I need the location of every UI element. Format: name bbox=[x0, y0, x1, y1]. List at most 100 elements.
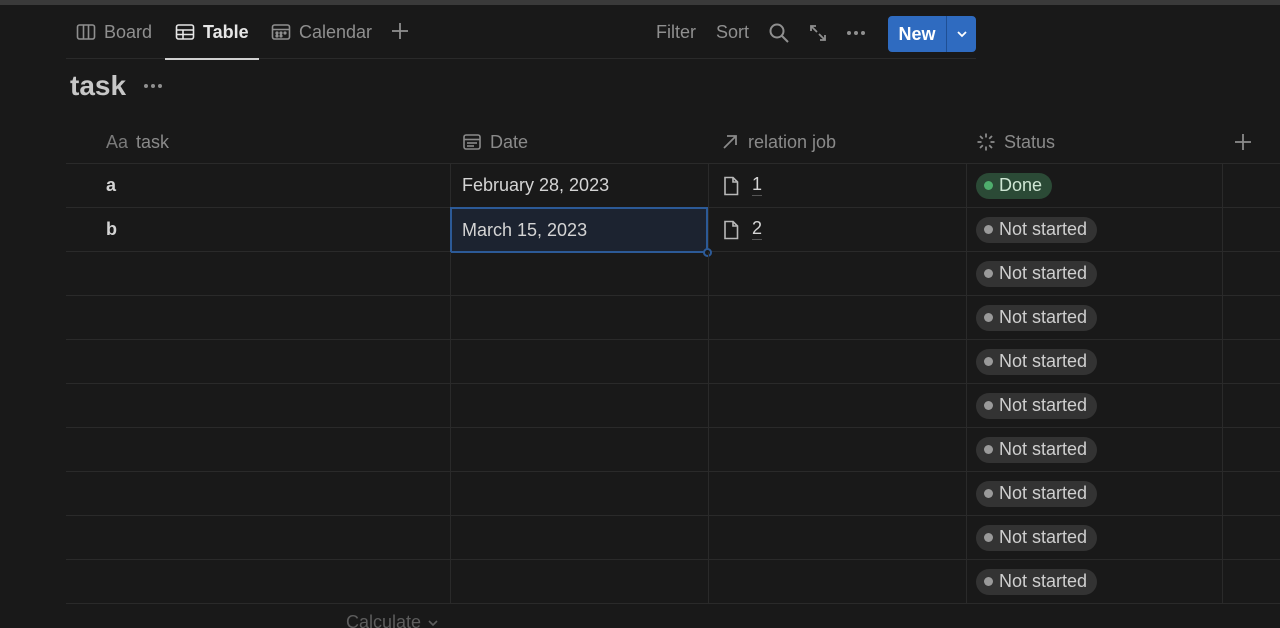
date-cell[interactable] bbox=[450, 252, 708, 295]
table-row: Not started bbox=[66, 340, 1280, 384]
column-header-date[interactable]: Date bbox=[462, 120, 528, 164]
chevron-down-icon bbox=[956, 31, 967, 38]
more-options-icon[interactable] bbox=[845, 22, 867, 44]
board-icon bbox=[76, 24, 96, 40]
status-cell[interactable]: Not started bbox=[966, 428, 1224, 471]
date-cell[interactable] bbox=[450, 340, 708, 383]
relation-cell[interactable] bbox=[708, 296, 966, 339]
view-toolbar: Board Table Calendar Filter Sort New bbox=[66, 5, 976, 60]
table-row: Not started bbox=[66, 472, 1280, 516]
search-icon[interactable] bbox=[768, 22, 790, 44]
calculate-label: Calculate bbox=[346, 612, 422, 628]
status-badge: Not started bbox=[976, 392, 1098, 419]
status-badge: Not started bbox=[976, 348, 1098, 375]
sort-button[interactable]: Sort bbox=[716, 5, 749, 59]
relation-link[interactable]: 1 bbox=[752, 174, 763, 196]
column-header-status-label: Status bbox=[1004, 131, 1056, 152]
task-cell[interactable] bbox=[66, 340, 450, 383]
date-cell[interactable]: February 28, 2023 bbox=[450, 164, 708, 207]
status-label: Done bbox=[999, 175, 1043, 195]
status-cell[interactable]: Not started bbox=[966, 384, 1224, 427]
table-icon bbox=[175, 24, 195, 40]
task-cell[interactable] bbox=[66, 516, 450, 559]
date-cell[interactable] bbox=[450, 296, 708, 339]
status-cell[interactable]: Not started bbox=[966, 252, 1224, 295]
add-view-icon[interactable] bbox=[388, 19, 412, 43]
status-loader-icon bbox=[977, 133, 995, 151]
text-property-icon: Aa bbox=[106, 131, 129, 152]
table-row: Not started bbox=[66, 428, 1280, 472]
relation-cell[interactable] bbox=[708, 384, 966, 427]
status-dot bbox=[984, 313, 993, 322]
relation-cell[interactable] bbox=[708, 340, 966, 383]
task-cell[interactable]: a bbox=[66, 164, 450, 207]
chevron-down-icon bbox=[428, 619, 438, 626]
new-button-group: New bbox=[888, 16, 976, 52]
table-row: a February 28, 2023 1 Done bbox=[66, 164, 1280, 208]
relation-cell[interactable] bbox=[708, 472, 966, 515]
page-icon bbox=[724, 176, 739, 195]
status-dot bbox=[984, 225, 993, 234]
title-more-icon[interactable] bbox=[142, 75, 164, 97]
filter-button[interactable]: Filter bbox=[656, 5, 696, 59]
task-name: b bbox=[106, 219, 117, 239]
status-cell[interactable]: Not started bbox=[966, 516, 1224, 559]
status-label: Not started bbox=[999, 527, 1088, 547]
status-dot bbox=[984, 533, 993, 542]
task-cell[interactable] bbox=[66, 296, 450, 339]
table-header-row: Aa task Date relation job Status bbox=[66, 120, 1280, 164]
status-cell[interactable]: Done bbox=[966, 164, 1224, 207]
relation-cell[interactable]: 2 bbox=[708, 208, 966, 251]
task-cell[interactable] bbox=[66, 472, 450, 515]
status-label: Not started bbox=[999, 483, 1088, 503]
date-value: March 15, 2023 bbox=[462, 219, 588, 240]
status-cell[interactable]: Not started bbox=[966, 208, 1224, 251]
task-cell[interactable] bbox=[66, 384, 450, 427]
relation-link[interactable]: 2 bbox=[752, 218, 763, 240]
tab-calendar[interactable]: Calendar bbox=[261, 5, 382, 59]
column-header-relation-label: relation job bbox=[748, 131, 837, 152]
status-dot bbox=[984, 445, 993, 454]
date-cell[interactable] bbox=[450, 428, 708, 471]
date-cell[interactable]: March 15, 2023 bbox=[450, 207, 712, 257]
status-cell[interactable]: Not started bbox=[966, 340, 1224, 383]
status-cell[interactable]: Not started bbox=[966, 472, 1224, 515]
table-row: Not started bbox=[66, 384, 1280, 428]
database-table: Aa task Date relation job Status a Februa… bbox=[66, 120, 1280, 604]
status-dot bbox=[984, 269, 993, 278]
status-cell[interactable]: Not started bbox=[966, 560, 1224, 603]
new-dropdown-button[interactable] bbox=[946, 16, 976, 52]
date-cell[interactable] bbox=[450, 472, 708, 515]
status-label: Not started bbox=[999, 307, 1088, 327]
date-cell[interactable] bbox=[450, 384, 708, 427]
column-header-relation[interactable]: relation job bbox=[720, 120, 836, 164]
date-cell[interactable] bbox=[450, 516, 708, 559]
task-cell[interactable] bbox=[66, 428, 450, 471]
tab-board[interactable]: Board bbox=[66, 5, 162, 59]
new-button[interactable]: New bbox=[888, 16, 946, 52]
column-header-status[interactable]: Status bbox=[976, 120, 1055, 164]
table-row: Not started bbox=[66, 516, 1280, 560]
add-property-icon[interactable] bbox=[1232, 131, 1254, 153]
calculate-button[interactable]: Calculate bbox=[346, 612, 439, 628]
page-icon bbox=[724, 220, 739, 239]
expand-icon[interactable] bbox=[807, 22, 829, 44]
date-cell[interactable] bbox=[450, 560, 708, 603]
task-cell[interactable]: b bbox=[66, 208, 450, 251]
page-title[interactable]: task bbox=[70, 70, 126, 102]
status-badge: Not started bbox=[976, 568, 1098, 595]
status-badge: Not started bbox=[976, 524, 1098, 551]
relation-cell[interactable] bbox=[708, 560, 966, 603]
column-header-task[interactable]: Aa task bbox=[106, 120, 169, 164]
relation-cell[interactable] bbox=[708, 252, 966, 295]
status-cell[interactable]: Not started bbox=[966, 296, 1224, 339]
table-row: Not started bbox=[66, 252, 1280, 296]
status-badge: Done bbox=[976, 172, 1053, 199]
task-cell[interactable] bbox=[66, 560, 450, 603]
tab-calendar-label: Calendar bbox=[299, 21, 373, 42]
tab-table[interactable]: Table bbox=[165, 5, 259, 60]
task-cell[interactable] bbox=[66, 252, 450, 295]
relation-cell[interactable]: 1 bbox=[708, 164, 966, 207]
relation-cell[interactable] bbox=[708, 428, 966, 471]
relation-cell[interactable] bbox=[708, 516, 966, 559]
